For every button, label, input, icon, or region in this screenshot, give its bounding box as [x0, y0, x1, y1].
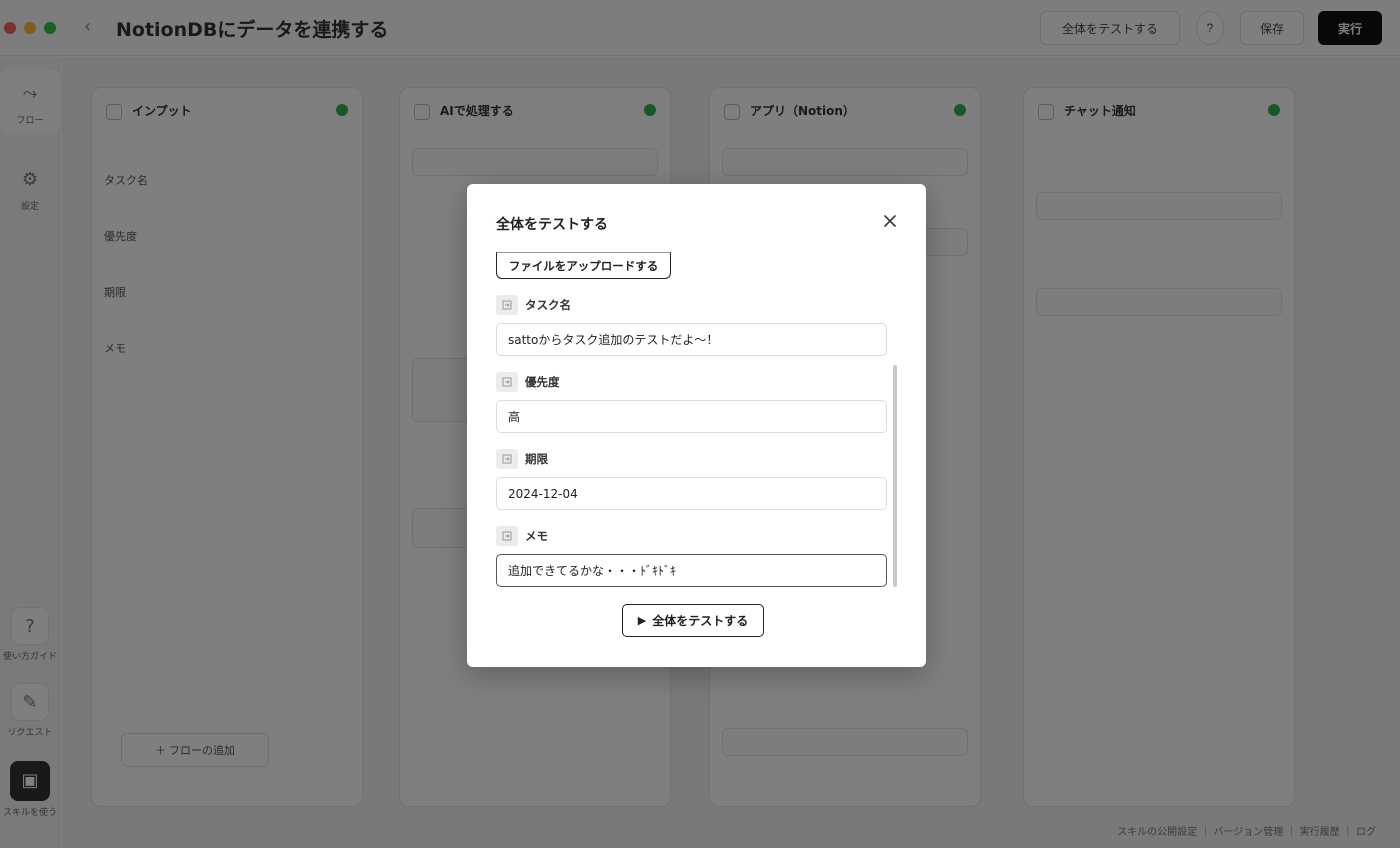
due-date-input[interactable]	[496, 477, 887, 510]
field-label-priority: 優先度	[496, 372, 560, 392]
field-label-text: タスク名	[525, 298, 571, 312]
field-label-text: メモ	[525, 529, 548, 543]
play-icon: ▶	[637, 614, 647, 627]
run-test-all-button[interactable]: ▶ 全体をテストする	[622, 604, 764, 637]
field-label-task-name: タスク名	[496, 295, 571, 315]
field-label-text: 優先度	[525, 375, 560, 389]
field-label-text: 期限	[525, 452, 548, 466]
task-name-input[interactable]	[496, 323, 887, 356]
dialog-scrollbar[interactable]	[893, 365, 897, 587]
priority-input[interactable]	[496, 400, 887, 433]
memo-input[interactable]	[496, 554, 887, 587]
close-icon	[884, 215, 896, 227]
run-test-all-label: 全体をテストする	[652, 614, 749, 628]
input-field-icon	[496, 526, 518, 546]
field-label-memo: メモ	[496, 526, 548, 546]
test-all-dialog: 全体をテストする ファイルをアップロードする タスク名 優先度	[467, 184, 926, 667]
field-label-due-date: 期限	[496, 449, 548, 469]
dialog-title: 全体をテストする	[496, 217, 608, 233]
input-field-icon	[496, 372, 518, 392]
input-field-icon	[496, 295, 518, 315]
input-field-icon	[496, 449, 518, 469]
dialog-scroll-area[interactable]: ファイルをアップロードする タスク名 優先度 期限	[496, 251, 897, 589]
upload-file-button[interactable]: ファイルをアップロードする	[496, 252, 671, 279]
close-button[interactable]	[879, 210, 901, 232]
